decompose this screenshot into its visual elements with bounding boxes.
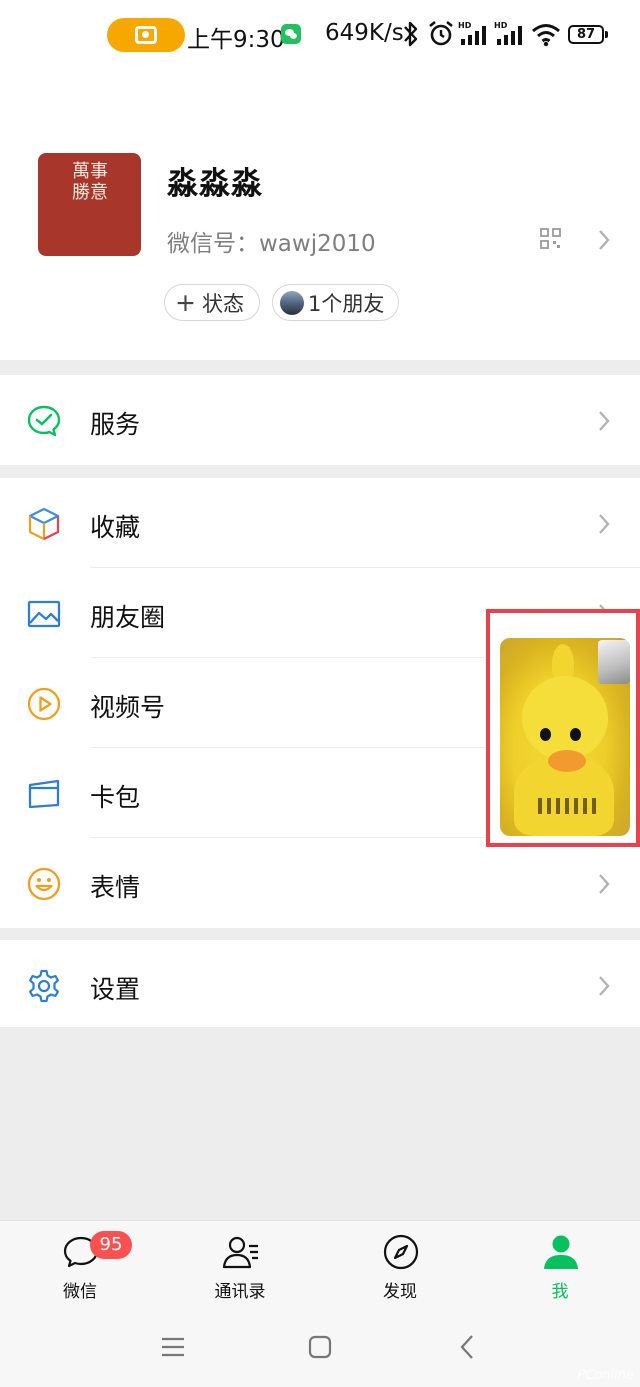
- menu-label-service: 服务: [90, 410, 141, 439]
- bottom-tab-bar: 95 微信 通讯录 发现 我: [0, 1220, 640, 1312]
- wifi-icon: [532, 24, 560, 47]
- svg-text:HD: HD: [458, 21, 472, 30]
- sticker-smiley-icon: [27, 867, 61, 901]
- menu-group-service: 服务: [0, 375, 640, 465]
- menu-item-stickers[interactable]: 表情: [0, 838, 640, 928]
- duck-toy-eye: [570, 728, 581, 741]
- add-status-button[interactable]: + 状态: [164, 284, 260, 321]
- duck-toy-head: [522, 676, 608, 760]
- tab-discover[interactable]: 发现: [320, 1221, 480, 1313]
- menu-item-settings[interactable]: 设置: [0, 940, 640, 1027]
- self-view-thumbnail[interactable]: [598, 640, 630, 684]
- menu-label-cards: 卡包: [90, 783, 141, 812]
- unread-badge: 95: [90, 1231, 132, 1259]
- watermark: PConline: [577, 1368, 634, 1383]
- tab-label-contacts: 通讯录: [214, 1282, 266, 1302]
- plus-icon: +: [175, 288, 196, 317]
- wechat-id: 微信号：wawj2010: [167, 231, 376, 257]
- svg-text:HD: HD: [494, 21, 508, 30]
- chevron-right-icon[interactable]: [597, 229, 611, 251]
- moments-picture-icon: [27, 600, 61, 628]
- menu-group-settings: 设置: [0, 940, 640, 1027]
- duck-toy-beak: [548, 750, 586, 772]
- chevron-right-icon: [599, 411, 610, 431]
- camera-icon: [135, 26, 157, 44]
- avatar-calligraphy: 萬事勝意: [72, 161, 108, 203]
- system-navigation-bar: PConline: [0, 1312, 640, 1387]
- person-icon: [544, 1235, 578, 1269]
- hd-signal-icon: HD: [458, 21, 486, 45]
- tab-contacts[interactable]: 通讯录: [160, 1221, 320, 1313]
- duck-toy-lettering: [538, 798, 596, 814]
- status-time: 上午9:30: [187, 27, 285, 53]
- alarm-icon: [429, 20, 453, 46]
- profile-header[interactable]: 萬事勝意 淼淼淼 微信号：wawj2010 + 状态 1个朋友: [0, 72, 640, 360]
- bluetooth-icon: [404, 21, 418, 47]
- compass-icon: [383, 1234, 419, 1270]
- back-icon[interactable]: [458, 1334, 476, 1360]
- hd-signal-icon: HD: [494, 21, 522, 45]
- menu-label-stickers: 表情: [90, 873, 141, 902]
- status-chip-label: 状态: [201, 291, 244, 316]
- network-speed: 649K/s: [325, 20, 404, 46]
- settings-gear-icon: [29, 969, 59, 1003]
- menu-item-service[interactable]: 服务: [0, 375, 640, 465]
- menu-label-channels: 视频号: [90, 693, 166, 722]
- tab-label-chats: 微信: [63, 1282, 97, 1302]
- menu-label-moments: 朋友圈: [90, 603, 166, 632]
- video-preview[interactable]: [500, 638, 630, 836]
- chevron-right-icon: [599, 976, 610, 996]
- home-icon[interactable]: [308, 1334, 332, 1360]
- nickname: 淼淼淼: [167, 166, 263, 202]
- tab-label-me: 我: [551, 1282, 569, 1302]
- service-icon: [27, 405, 61, 437]
- tab-me[interactable]: 我: [480, 1221, 640, 1313]
- chevron-right-icon: [599, 874, 610, 894]
- qr-code-icon[interactable]: [540, 228, 561, 249]
- tab-label-discover: 发现: [383, 1282, 417, 1302]
- recent-apps-icon[interactable]: [160, 1334, 186, 1360]
- contacts-icon: [222, 1236, 258, 1269]
- menu-item-favorites[interactable]: 收藏: [0, 478, 640, 568]
- floating-video-window[interactable]: [486, 609, 640, 847]
- avatar[interactable]: 萬事勝意: [38, 153, 141, 256]
- friends-status-chip[interactable]: 1个朋友: [272, 284, 399, 321]
- duck-toy-eye: [540, 728, 551, 741]
- camera-in-use-pill[interactable]: [107, 18, 185, 52]
- status-bar: 上午9:30 649K/s HD HD 87: [0, 0, 640, 72]
- battery-icon: 87: [568, 25, 608, 44]
- friend-avatar: [280, 290, 304, 315]
- wechat-notification-icon: [281, 24, 301, 44]
- channels-play-icon: [27, 687, 61, 721]
- menu-label-settings: 设置: [90, 975, 141, 1004]
- wallet-card-icon: [28, 779, 60, 809]
- tab-chats[interactable]: 95 微信: [0, 1221, 160, 1313]
- favorites-cube-icon: [28, 507, 60, 541]
- menu-label-favorites: 收藏: [90, 513, 141, 542]
- friends-chip-label: 1个朋友: [308, 291, 385, 316]
- chevron-right-icon: [599, 514, 610, 534]
